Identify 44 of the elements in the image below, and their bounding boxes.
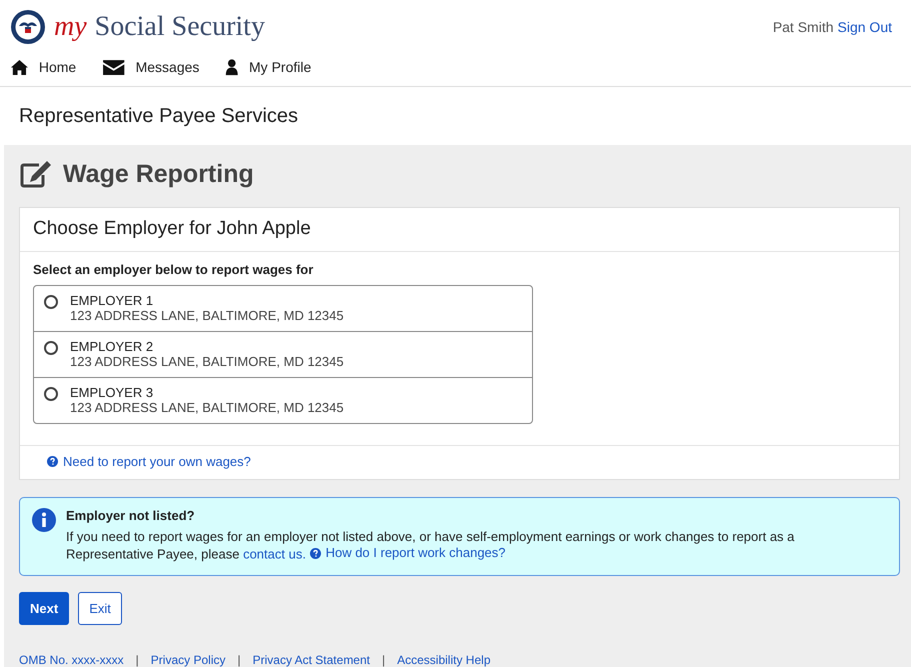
- sign-out-link[interactable]: Sign Out: [838, 19, 892, 35]
- employer-address: 123 ADDRESS LANE, BALTIMORE, MD 12345: [70, 308, 344, 323]
- person-icon: [225, 58, 240, 76]
- footer-link[interactable]: Accessibility Help: [397, 652, 490, 666]
- footer-separator: |: [136, 652, 139, 666]
- select-prompt: Select an employer below to report wages for: [33, 262, 314, 277]
- work-changes-link[interactable]: How do I report work changes?: [310, 545, 506, 561]
- footer-separator: |: [382, 652, 386, 666]
- info-icon: [32, 508, 56, 532]
- nav-link[interactable]: My Profile: [225, 58, 312, 76]
- envelope-icon: [102, 58, 126, 76]
- site-logo-text: my Social Security: [54, 11, 265, 43]
- nav-link[interactable]: Messages: [102, 58, 200, 76]
- footer-link[interactable]: Privacy Act Statement: [252, 652, 370, 666]
- employer-address: 123 ADDRESS LANE, BALTIMORE, MD 12345: [70, 354, 344, 369]
- user-name: Pat Smith: [772, 19, 834, 35]
- radio-button[interactable]: [44, 341, 58, 355]
- next-button[interactable]: Next: [19, 592, 70, 624]
- page-title: Wage Reporting: [63, 160, 254, 188]
- radio-button[interactable]: [44, 295, 58, 309]
- employer-name: EMPLOYER 1: [70, 293, 154, 308]
- employer-option[interactable]: EMPLOYER 2 123 ADDRESS LANE, BALTIMORE, MD 12345: [34, 331, 532, 377]
- info-text: If you need to report wages for an employer not listed above, or have self-employment earnings or work changes to report as a Representative Payee, please contact us. How do I report work changes?: [66, 529, 796, 562]
- footer-separator: |: [237, 652, 241, 666]
- employer-option[interactable]: EMPLOYER 3 123 ADDRESS LANE, BALTIMORE, MD 12345: [34, 377, 532, 423]
- info-title: Employer not listed?: [66, 508, 196, 523]
- employer-address: 123 ADDRESS LANE, BALTIMORE, MD 12345: [70, 400, 344, 415]
- footer-link[interactable]: OMB No. xxxx-xxxx: [19, 652, 124, 666]
- help-icon: [47, 456, 58, 467]
- employer-name: EMPLOYER 3: [70, 385, 154, 400]
- footer-link[interactable]: Privacy Policy: [150, 652, 226, 666]
- employer-option[interactable]: EMPLOYER 1 123 ADDRESS LANE, BALTIMORE, MD 12345: [34, 286, 532, 331]
- card-title: Choose Employer for John Apple: [20, 208, 899, 252]
- section-title: Representative Payee Services: [18, 104, 300, 129]
- employer-name: EMPLOYER 2: [70, 339, 154, 354]
- home-icon: [10, 58, 29, 76]
- help-icon: [310, 548, 321, 558]
- own-wages-link[interactable]: Need to report your own wages?: [47, 454, 251, 469]
- edit-icon: [19, 159, 53, 189]
- contact-link[interactable]: contact us.: [243, 546, 306, 562]
- seal-logo-icon: [10, 9, 46, 45]
- exit-button[interactable]: Exit: [78, 592, 122, 624]
- nav-link[interactable]: Home: [10, 58, 76, 76]
- radio-button[interactable]: [44, 387, 58, 401]
